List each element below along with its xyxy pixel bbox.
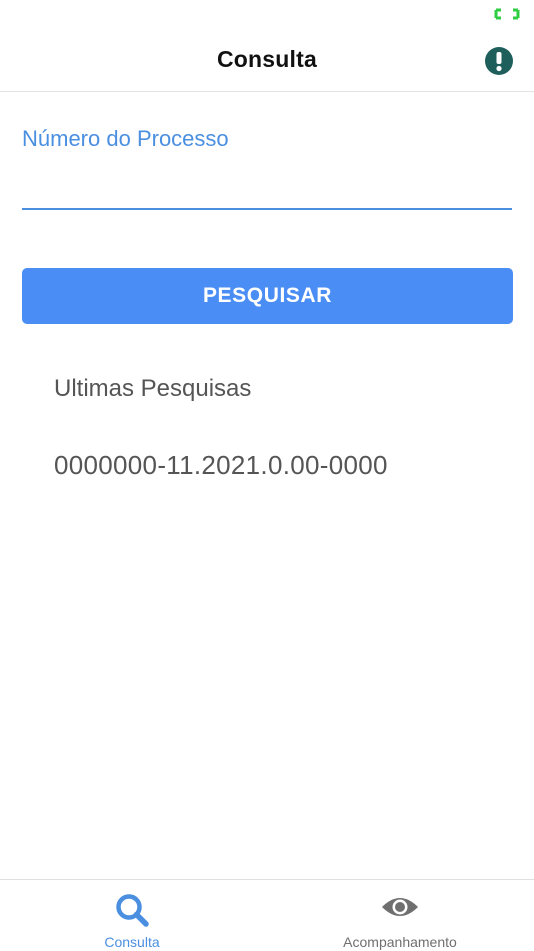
exclamation-circle-icon xyxy=(485,47,513,75)
tab-consulta[interactable]: Consulta xyxy=(62,880,202,951)
status-bar xyxy=(0,0,534,26)
recent-searches-title: Ultimas Pesquisas xyxy=(54,375,252,402)
tab-acompanhamento[interactable]: Acompanhamento xyxy=(320,880,480,951)
navigation-bar: Consulta xyxy=(0,26,534,92)
search-button[interactable]: PESQUISAR xyxy=(22,268,513,324)
battery-icon xyxy=(494,8,520,20)
tab-bar: Consulta Acompanhamento xyxy=(0,879,534,951)
recent-search-item[interactable]: 0000000-11.2021.0.00-0000 xyxy=(54,450,388,481)
search-icon xyxy=(116,894,149,927)
eye-icon xyxy=(382,898,418,916)
tab-acompanhamento-label: Acompanhamento xyxy=(343,934,457,950)
tab-consulta-label: Consulta xyxy=(104,934,160,950)
info-button[interactable] xyxy=(484,46,514,76)
page-title: Consulta xyxy=(217,46,317,72)
process-number-label: Número do Processo xyxy=(22,126,229,151)
process-number-input[interactable] xyxy=(22,162,512,210)
